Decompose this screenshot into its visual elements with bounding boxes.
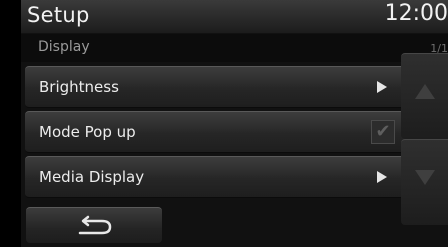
back-button[interactable] <box>26 207 162 243</box>
clock: 12:00 <box>384 1 448 26</box>
triangle-up-icon <box>415 84 435 99</box>
scroll-down-button[interactable] <box>401 139 448 225</box>
setup-screen: Setup 12:00 Display 1/1 Brightness Mode … <box>21 0 448 247</box>
title-bar: Setup 12:00 <box>21 0 448 33</box>
scroll-up-button[interactable] <box>401 53 448 139</box>
arrow-right-icon <box>377 171 387 183</box>
menu-item-label: Media Display <box>39 168 145 186</box>
checkbox-checked-icon[interactable]: ✔ <box>371 120 395 144</box>
back-arrow-icon <box>78 215 112 235</box>
menu-item-media-display[interactable]: Media Display <box>25 156 409 198</box>
arrow-right-icon <box>377 81 387 93</box>
menu-item-label: Mode Pop up <box>39 123 136 141</box>
menu-item-mode-pop-up[interactable]: Mode Pop up ✔ <box>25 111 409 153</box>
triangle-down-icon <box>415 170 435 185</box>
section-title: Display <box>38 39 90 55</box>
subheader-bar: Display 1/1 <box>21 34 448 62</box>
screen-title: Setup <box>27 3 90 27</box>
menu-item-brightness[interactable]: Brightness <box>25 66 409 108</box>
menu-item-label: Brightness <box>39 78 119 96</box>
